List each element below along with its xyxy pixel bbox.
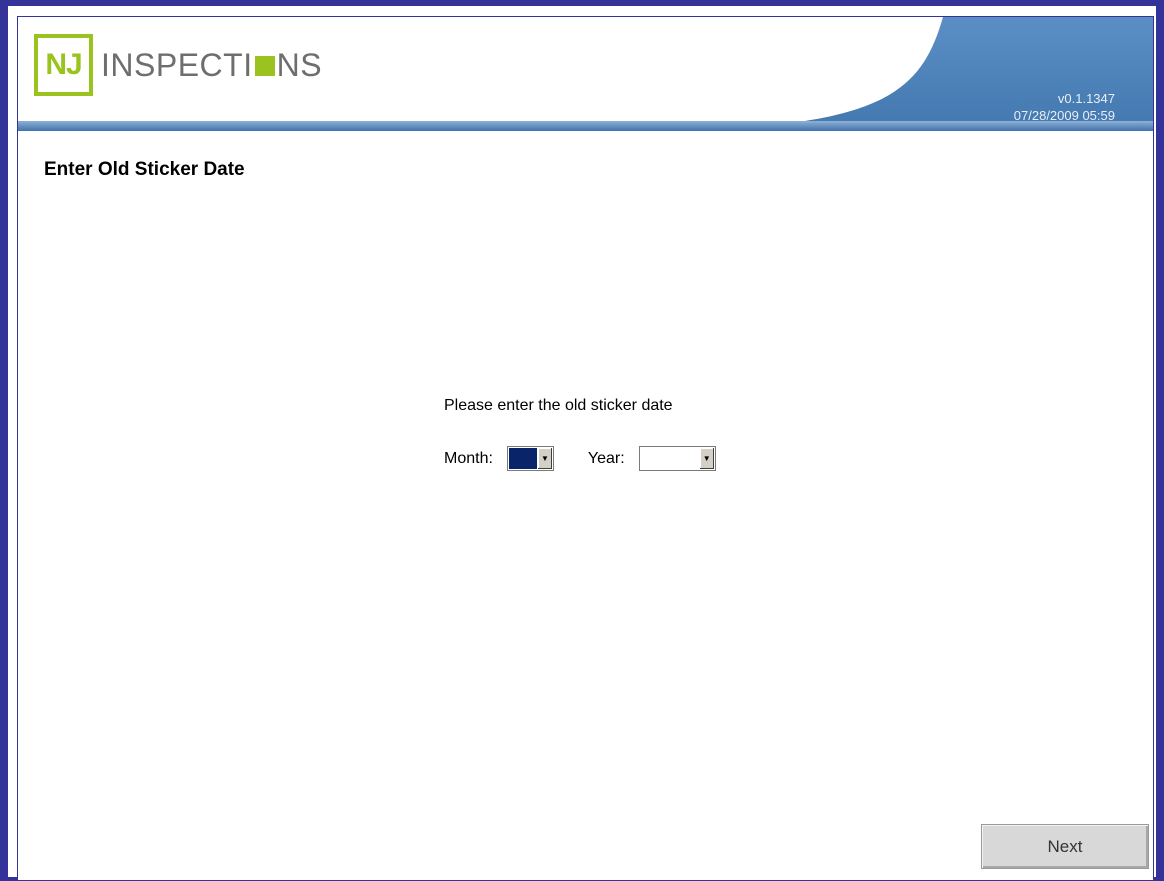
nj-inspections-logo: NJ INSPECTI NS <box>34 34 322 96</box>
year-value <box>640 448 699 469</box>
next-button[interactable]: Next <box>981 824 1149 869</box>
month-value <box>508 448 537 469</box>
chevron-down-icon[interactable]: ▼ <box>698 448 714 469</box>
month-label: Month: <box>444 449 493 467</box>
logo-wordmark: INSPECTI NS <box>101 47 322 84</box>
chevron-down-icon[interactable]: ▼ <box>536 448 552 469</box>
version-number: v0.1.1347 <box>1057 91 1115 106</box>
logo-text-end: NS <box>276 46 323 83</box>
year-label: Year: <box>587 449 625 467</box>
logo-text-start: INSPECTI <box>101 46 253 83</box>
version-info: v0.1.1347 07/28/2009 05:59 <box>1014 90 1115 124</box>
logo-square-icon <box>254 56 275 76</box>
sticker-date-fields: Month: ▼ Year: ▼ <box>444 446 716 471</box>
page-title: Enter Old Sticker Date <box>44 159 245 180</box>
form-prompt: Please enter the old sticker date <box>444 397 673 414</box>
logo-badge: NJ <box>34 34 93 96</box>
current-datetime: 07/28/2009 05:59 <box>1013 108 1115 123</box>
app-window: NJ INSPECTI NS v0.1.1347 07/28/2009 05:5… <box>17 16 1154 881</box>
month-select[interactable]: ▼ <box>506 446 554 471</box>
year-select[interactable]: ▼ <box>638 446 716 471</box>
app-window-frame: NJ INSPECTI NS v0.1.1347 07/28/2009 05:5… <box>0 0 1164 881</box>
header-banner: NJ INSPECTI NS v0.1.1347 07/28/2009 05:5… <box>18 17 1153 137</box>
